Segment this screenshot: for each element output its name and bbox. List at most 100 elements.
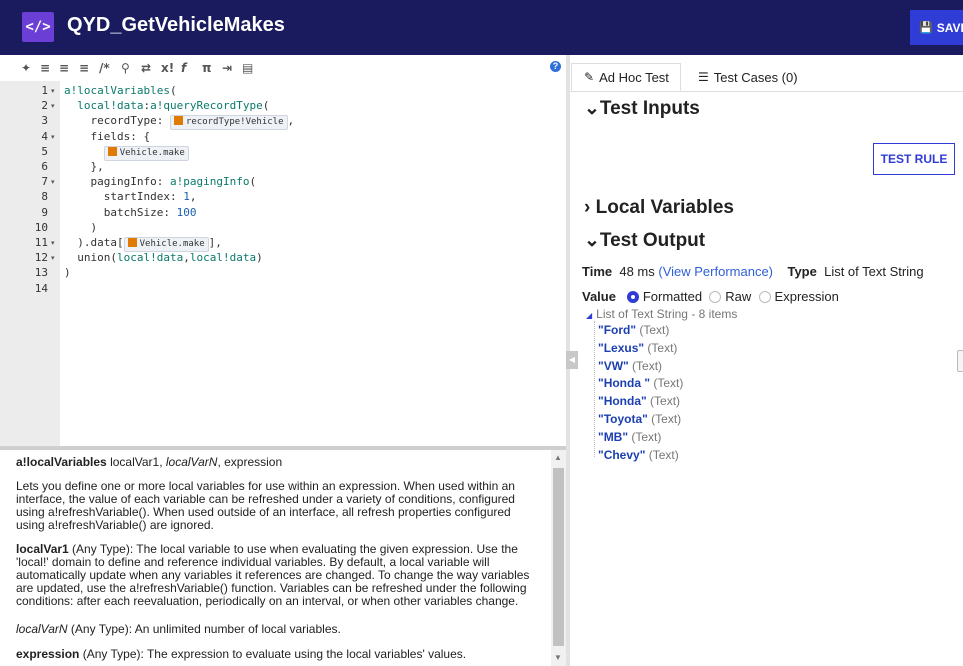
fold-arrow-icon[interactable]: ▾ bbox=[51, 239, 55, 247]
test-output-heading[interactable]: ⌄Test Output bbox=[584, 229, 705, 252]
import-icon[interactable]: ⇥ bbox=[222, 61, 232, 75]
item-type: (Text) bbox=[628, 429, 662, 444]
save-icon: 💾 bbox=[919, 22, 933, 34]
tab-test-cases[interactable]: ☰ Test Cases (0) bbox=[698, 63, 798, 91]
doc-paragraph-3: localVarN (Any Type): An unlimited numbe… bbox=[16, 623, 541, 636]
line-number: 13 bbox=[34, 266, 48, 280]
editor-toolbar: ✦ ≡ ≡ ≡ /* ⚲ ⇄ x! f π ⇥ ▤ ? bbox=[0, 55, 566, 81]
save-button[interactable]: 💾SAVE bbox=[910, 10, 963, 45]
record-type-icon bbox=[127, 238, 137, 247]
item-value: "VW" bbox=[598, 358, 629, 373]
code-editor[interactable]: 1 ▾ 2 ▾ 3 4 ▾ 5 6 7 ▾ 8 9 10 11 ▾ 12 ▾ 13 14 a!localVariabl… bbox=[0, 81, 566, 446]
time-value: 48 ms bbox=[619, 264, 655, 279]
rule-title: QYD_GetVehicleMakes bbox=[67, 14, 285, 36]
record-chip[interactable]: Vehicle.make bbox=[123, 237, 209, 252]
tab-label: Ad Hoc Test bbox=[599, 69, 669, 85]
line-number: 12 bbox=[34, 251, 48, 265]
value-label: Value bbox=[582, 289, 616, 304]
test-rule-button[interactable]: TEST RULE bbox=[873, 143, 955, 175]
item-type: (Text) bbox=[650, 376, 684, 391]
fold-arrow-icon[interactable]: ▾ bbox=[51, 133, 55, 141]
help-icon[interactable]: ? bbox=[550, 61, 561, 72]
scroll-down-icon[interactable]: ▼ bbox=[554, 653, 562, 662]
record-chip[interactable]: Vehicle.make bbox=[103, 145, 189, 161]
record-chip[interactable]: recordType!Vehicle bbox=[169, 115, 288, 131]
fold-arrow-icon[interactable]: ▾ bbox=[51, 102, 55, 110]
item-type: (Text) bbox=[645, 447, 679, 462]
item-value: "Chevy" bbox=[598, 447, 646, 462]
line-number: 14 bbox=[34, 281, 48, 295]
doc-sig-rest: , expression bbox=[217, 455, 283, 469]
doc-param-desc: (Any Type): An unlimited number of local… bbox=[67, 622, 341, 636]
line-number: 10 bbox=[34, 220, 48, 234]
expand-triangle-icon[interactable]: ◢ bbox=[586, 311, 592, 320]
resize-handle[interactable] bbox=[957, 350, 963, 372]
fold-arrow-icon[interactable]: ▾ bbox=[51, 87, 55, 95]
variable-icon[interactable]: x! bbox=[161, 61, 174, 75]
chevron-right-icon: › bbox=[584, 197, 591, 218]
item-type: (Text) bbox=[628, 358, 663, 373]
top-bar: </> QYD_GetVehicleMakes 💾SAVE bbox=[0, 0, 963, 55]
fold-arrow-icon[interactable]: ▾ bbox=[51, 178, 55, 186]
expression-radio[interactable] bbox=[758, 291, 771, 303]
query-icon[interactable]: ▤ bbox=[242, 61, 253, 75]
doc-sig-args: localVar1, bbox=[106, 455, 166, 469]
tree-title: List of Text String - 8 items bbox=[596, 307, 738, 321]
scroll-thumb[interactable] bbox=[553, 468, 564, 646]
search-icon[interactable]: ⚲ bbox=[121, 61, 130, 75]
code-line: startIndex: 1, bbox=[64, 190, 197, 204]
list-icon: ☰ bbox=[698, 70, 709, 84]
list-item: "VW" (Text) bbox=[598, 359, 662, 373]
edit-icon: ✎ bbox=[584, 70, 595, 84]
line-number: 9 bbox=[41, 205, 48, 219]
docs-scrollbar[interactable]: ▲ ▼ bbox=[551, 450, 566, 666]
local-variables-heading[interactable]: › Local Variables bbox=[584, 197, 734, 219]
formatted-label: Formatted bbox=[642, 289, 703, 304]
fold-arrow-icon[interactable]: ▾ bbox=[51, 254, 55, 262]
item-type: (Text) bbox=[636, 323, 670, 337]
list-icon[interactable]: ≡ bbox=[79, 61, 89, 75]
raw-radio[interactable] bbox=[709, 291, 722, 303]
item-type: (Text) bbox=[647, 412, 682, 426]
tree-connector bbox=[594, 321, 596, 457]
line-number: 2 bbox=[41, 99, 48, 113]
section-title: Test Output bbox=[599, 230, 706, 251]
function-icon[interactable]: f bbox=[181, 61, 186, 75]
formatted-radio[interactable] bbox=[626, 291, 639, 303]
code-line: a!localVariables( bbox=[64, 84, 177, 97]
comment-icon[interactable]: /* bbox=[99, 61, 110, 75]
scroll-up-icon[interactable]: ▲ bbox=[554, 453, 562, 462]
value-row: Value Formatted Raw Expression bbox=[582, 289, 839, 304]
time-row: Time 48 ms (View Performance) Type List … bbox=[582, 264, 924, 279]
doc-paragraph-2: localVar1 (Any Type): The local variable… bbox=[16, 543, 541, 608]
list-item: "Lexus" (Text) bbox=[598, 341, 677, 355]
item-value: "Honda" bbox=[598, 394, 647, 409]
record-type-icon bbox=[107, 146, 117, 156]
list-item: "Chevy" (Text) bbox=[598, 448, 679, 462]
indent-icon[interactable]: ≡ bbox=[40, 61, 50, 75]
test-inputs-heading[interactable]: ⌄Test Inputs bbox=[584, 97, 700, 120]
list-item: "Honda" (Text) bbox=[598, 394, 680, 408]
view-performance-link[interactable]: (View Performance) bbox=[658, 264, 773, 279]
pi-icon[interactable]: π bbox=[202, 61, 212, 75]
line-number: 5 bbox=[41, 144, 48, 158]
line-number: 4 bbox=[41, 129, 48, 143]
code-line: batchSize: 100 bbox=[64, 205, 197, 219]
record-type-icon bbox=[173, 116, 183, 126]
outdent-icon[interactable]: ≡ bbox=[59, 61, 69, 75]
magic-wand-icon[interactable]: ✦ bbox=[21, 61, 31, 75]
code-line: Vehicle.make bbox=[64, 145, 189, 161]
doc-sig-italic: localVarN bbox=[165, 455, 218, 469]
code-line: fields: { bbox=[64, 129, 151, 143]
doc-param-name: localVar1 bbox=[16, 542, 69, 556]
line-number-gutter: 1 ▾ 2 ▾ 3 4 ▾ 5 6 7 ▾ 8 9 10 11 ▾ 12 ▾ 13 14 bbox=[0, 81, 60, 446]
code-logo-icon: </> bbox=[22, 12, 54, 42]
expression-label: Expression bbox=[774, 289, 839, 304]
time-label: Time bbox=[582, 264, 613, 279]
output-tree-root[interactable]: ◢ List of Text String - 8 items bbox=[586, 307, 737, 321]
line-number: 6 bbox=[41, 160, 48, 173]
shuffle-icon[interactable]: ⇄ bbox=[141, 61, 151, 75]
item-value: "Honda " bbox=[598, 376, 651, 391]
doc-sig-name: a!localVariables bbox=[16, 455, 107, 469]
tab-ad-hoc-test[interactable]: ✎ Ad Hoc Test bbox=[571, 63, 681, 91]
